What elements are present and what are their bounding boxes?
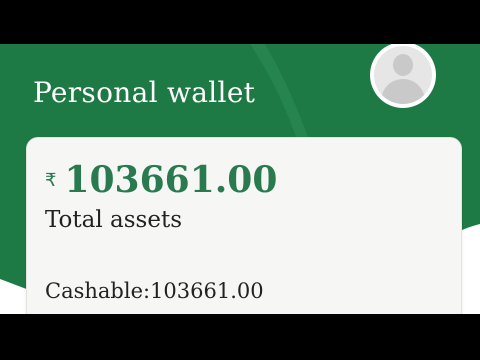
total-amount-row: ₹103661.00: [45, 160, 277, 200]
total-amount: 103661.00: [64, 159, 278, 201]
total-assets-label: Total assets: [45, 207, 183, 233]
wallet-card[interactable]: ₹103661.00 Total assets Cashable:103661.…: [26, 137, 462, 314]
cashable-amount: Cashable:103661.00: [45, 279, 264, 303]
rupee-icon: ₹: [45, 170, 57, 191]
avatar-body-shape: [381, 79, 425, 104]
avatar-head-shape: [393, 54, 413, 76]
profile-avatar[interactable]: [370, 44, 436, 108]
video-frame: Personal wallet ₹103661.00 Total assets …: [0, 0, 480, 360]
user-avatar-icon: [374, 46, 432, 104]
wallet-screen: Personal wallet ₹103661.00 Total assets …: [0, 44, 480, 314]
page-title: Personal wallet: [33, 76, 256, 109]
